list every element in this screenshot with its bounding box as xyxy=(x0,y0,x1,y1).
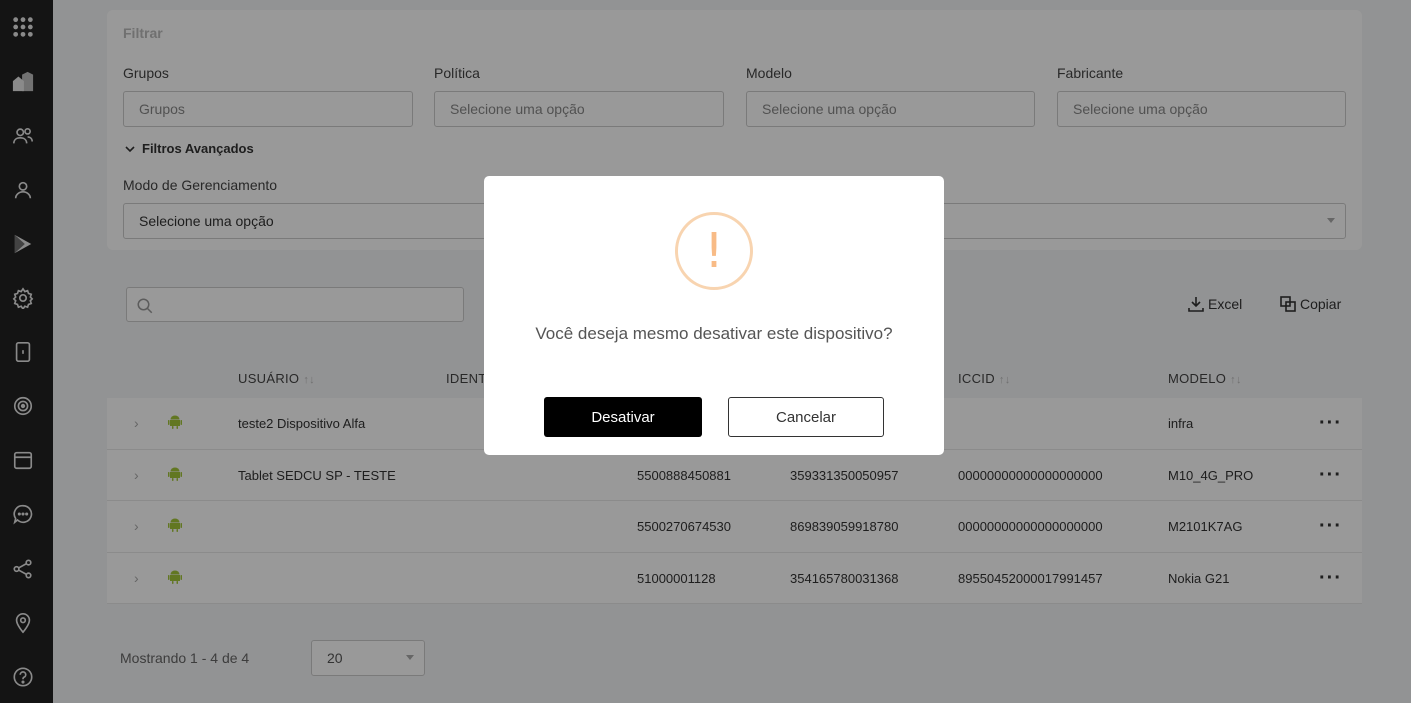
confirm-dialog: ! Você deseja mesmo desativar este dispo… xyxy=(484,176,944,455)
deactivate-button[interactable]: Desativar xyxy=(544,397,702,437)
warning-icon: ! xyxy=(675,212,753,290)
warning-glyph: ! xyxy=(704,223,724,279)
cancel-button[interactable]: Cancelar xyxy=(728,397,884,437)
dialog-message: Você deseja mesmo desativar este disposi… xyxy=(535,324,893,343)
